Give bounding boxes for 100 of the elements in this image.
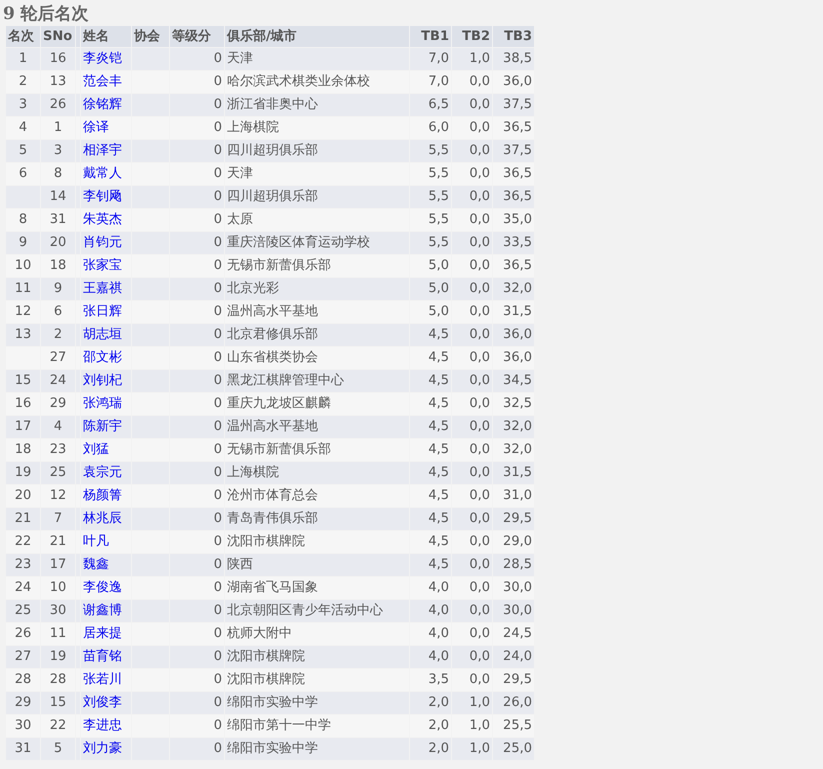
table-cell: 25 (6, 600, 40, 622)
table-cell: 0 (170, 209, 224, 231)
table-cell: 37,5 (493, 94, 534, 116)
table-cell: 6 (41, 301, 75, 323)
table-cell: 0,0 (452, 186, 492, 208)
table-cell: 哈尔滨武术棋类业余体校 (225, 71, 409, 93)
table-cell: 26 (6, 623, 40, 645)
table-cell: 1,0 (452, 738, 492, 760)
table-cell: 11 (41, 623, 75, 645)
table-cell: 沈阳市棋牌院 (225, 669, 409, 691)
table-cell: 0,0 (452, 347, 492, 369)
table-cell: 天津 (225, 48, 409, 70)
table-cell: 5,5 (410, 232, 451, 254)
table-cell: 31,5 (493, 462, 534, 484)
table-cell: 0,0 (452, 508, 492, 530)
table-cell: 四川超玥俱乐部 (225, 140, 409, 162)
column-header: SNo (41, 26, 75, 47)
table-cell: 4,0 (410, 577, 451, 599)
table-cell: 北京朝阳区青少年活动中心 (225, 600, 409, 622)
table-cell: 36,5 (493, 117, 534, 139)
table-cell: 32,0 (493, 278, 534, 300)
table-cell: 4,5 (410, 370, 451, 392)
table-cell: 0 (170, 715, 224, 737)
table-cell: 绵阳市第十一中学 (225, 715, 409, 737)
table-cell: 32,5 (493, 393, 534, 415)
table-cell: 0 (170, 186, 224, 208)
table-cell: 上海棋院 (225, 117, 409, 139)
table-cell: 13 (41, 71, 75, 93)
table-cell: 0,0 (452, 255, 492, 277)
table-cell: 北京光彩 (225, 278, 409, 300)
table-cell: 0 (170, 416, 224, 438)
table-cell: 5,5 (410, 163, 451, 185)
column-header: 协会 (132, 26, 169, 47)
table-cell: 山东省棋类协会 (225, 347, 409, 369)
table-cell: 0 (170, 94, 224, 116)
table-cell: 杭师大附中 (225, 623, 409, 645)
table-cell: 绵阳市实验中学 (225, 692, 409, 714)
table-cell: 27 (41, 347, 75, 369)
table-cell: 31,0 (493, 485, 534, 507)
column-header: 姓名 (81, 26, 131, 47)
table-cell: 0 (170, 692, 224, 714)
table-cell: 0 (170, 278, 224, 300)
table-cell: 5,5 (410, 140, 451, 162)
table-cell: 18 (41, 255, 75, 277)
table-cell: 2,0 (410, 692, 451, 714)
table-cell: 28 (6, 669, 40, 691)
table-cell: 5,0 (410, 301, 451, 323)
table-cell: 4,5 (410, 554, 451, 576)
table-cell: 0 (170, 669, 224, 691)
table-cell: 0,0 (452, 669, 492, 691)
table-cell: 四川超玥俱乐部 (225, 186, 409, 208)
table-cell: 27 (6, 646, 40, 668)
table-cell: 0 (170, 347, 224, 369)
table-cell: 0 (170, 577, 224, 599)
table-cell: 8 (41, 163, 75, 185)
table-cell: 4 (41, 416, 75, 438)
table-cell: 4,5 (410, 324, 451, 346)
table-cell: 16 (6, 393, 40, 415)
table-cell: 22 (41, 715, 75, 737)
table-cell: 12 (41, 485, 75, 507)
table-cell: 0 (170, 232, 224, 254)
table-cell: 0,0 (452, 554, 492, 576)
table-cell: 22 (6, 531, 40, 553)
table-cell: 36,5 (493, 186, 534, 208)
column-header: TB1 (410, 26, 451, 47)
table-cell: 天津 (225, 163, 409, 185)
table-cell: 0,0 (452, 117, 492, 139)
table-cell: 36,0 (493, 324, 534, 346)
table-cell: 3 (41, 140, 75, 162)
table-cell: 5,0 (410, 278, 451, 300)
table-cell: 0 (170, 140, 224, 162)
table-cell: 15 (41, 692, 75, 714)
table-cell: 5 (6, 140, 40, 162)
table-cell: 0,0 (452, 370, 492, 392)
table-cell: 重庆九龙坡区麒麟 (225, 393, 409, 415)
table-cell: 38,5 (493, 48, 534, 70)
table-cell: 15 (6, 370, 40, 392)
table-cell: 4,0 (410, 646, 451, 668)
table-cell: 24 (41, 370, 75, 392)
table-cell: 0 (170, 71, 224, 93)
table-cell: 23 (41, 439, 75, 461)
table-cell: 绵阳市实验中学 (225, 738, 409, 760)
table-cell: 19 (6, 462, 40, 484)
table-cell: 25,0 (493, 738, 534, 760)
table-cell: 0,0 (452, 462, 492, 484)
table-cell: 浙江省非奥中心 (225, 94, 409, 116)
table-cell: 0,0 (452, 485, 492, 507)
column-header: TB3 (493, 26, 534, 47)
table-cell: 21 (6, 508, 40, 530)
table-cell: 32,0 (493, 439, 534, 461)
table-cell: 7,0 (410, 71, 451, 93)
table-cell: 0 (170, 370, 224, 392)
table-cell: 0,0 (452, 531, 492, 553)
table-cell: 无锡市新蕾俱乐部 (225, 255, 409, 277)
table-cell: 1,0 (452, 692, 492, 714)
table-cell: 0,0 (452, 209, 492, 231)
table-cell: 1 (41, 117, 75, 139)
table-cell: 0,0 (452, 439, 492, 461)
table-cell: 33,5 (493, 232, 534, 254)
table-cell: 4,5 (410, 416, 451, 438)
